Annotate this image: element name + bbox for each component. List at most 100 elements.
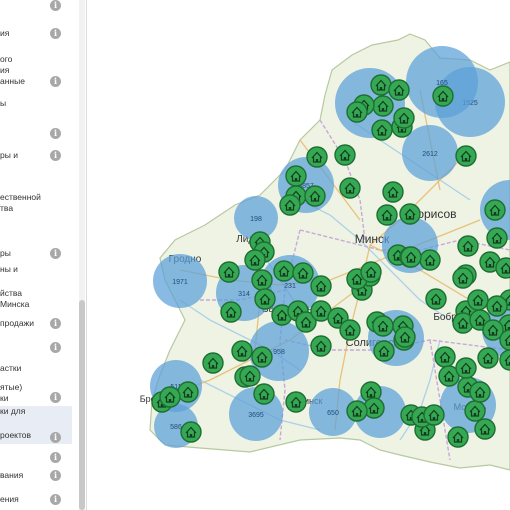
info-icon[interactable]: i: [50, 452, 61, 463]
house-icon[interactable]: [434, 346, 456, 368]
map-view[interactable]: БорисовМинскСолигорскГродноБарановичиБре…: [87, 0, 510, 510]
house-icon[interactable]: [376, 204, 398, 226]
house-icon[interactable]: [251, 346, 273, 368]
house-icon[interactable]: [457, 235, 479, 257]
info-icon[interactable]: i: [50, 128, 61, 139]
house-icon[interactable]: [495, 257, 510, 279]
house-icon[interactable]: [484, 199, 506, 221]
sidebar-item[interactable]: ры: [0, 248, 72, 259]
house-icon[interactable]: [306, 146, 328, 168]
house-icon[interactable]: [373, 340, 395, 362]
info-icon[interactable]: i: [50, 28, 61, 39]
house-icon[interactable]: [231, 340, 253, 362]
house-icon[interactable]: [273, 260, 295, 282]
house-icon[interactable]: [474, 418, 496, 440]
info-icon[interactable]: i: [50, 494, 61, 505]
sidebar-item[interactable]: ого ия анные: [0, 54, 72, 87]
house-icon[interactable]: [372, 95, 394, 117]
sidebar-item[interactable]: ны и: [0, 264, 72, 275]
house-icon[interactable]: [202, 352, 224, 374]
house-icon[interactable]: [372, 315, 394, 337]
house-icon[interactable]: [285, 165, 307, 187]
sidebar-item[interactable]: ятые) ки: [0, 382, 72, 404]
cluster-count: 958: [273, 349, 285, 356]
cluster-count: 650: [327, 410, 339, 417]
sidebar-item[interactable]: ры и: [0, 150, 72, 161]
sidebar-item[interactable]: продажи: [0, 318, 72, 329]
house-icon[interactable]: [425, 288, 447, 310]
house-icon[interactable]: [339, 177, 361, 199]
house-icon[interactable]: [419, 249, 441, 271]
house-icon[interactable]: [486, 227, 508, 249]
cluster-count: 586: [170, 424, 182, 431]
house-icon[interactable]: [346, 400, 368, 422]
house-icon[interactable]: [467, 289, 489, 311]
house-icon[interactable]: [455, 357, 477, 379]
info-icon[interactable]: i: [50, 432, 61, 443]
house-icon[interactable]: [334, 144, 356, 166]
info-icon[interactable]: i: [50, 76, 61, 87]
house-icon[interactable]: [239, 365, 261, 387]
sidebar-item[interactable]: роектов: [0, 428, 72, 444]
house-icon[interactable]: [400, 246, 422, 268]
house-icon[interactable]: [251, 269, 273, 291]
cluster-count: 3695: [248, 412, 264, 419]
sidebar-item[interactable]: астки: [0, 363, 72, 374]
house-icon[interactable]: [423, 404, 445, 426]
house-icon[interactable]: [469, 381, 491, 403]
info-icon[interactable]: i: [50, 392, 61, 403]
scrollbar-thumb[interactable]: [79, 300, 85, 510]
house-icon[interactable]: [339, 319, 361, 341]
cluster-count: 314: [238, 291, 250, 298]
house-icon[interactable]: [180, 421, 202, 443]
house-icon[interactable]: [452, 267, 474, 289]
map-canvas[interactable]: БорисовМинскСолигорскГродноБарановичиБре…: [87, 0, 510, 510]
sidebar-item[interactable]: ения: [0, 494, 72, 505]
house-icon[interactable]: [447, 426, 469, 448]
house-icon[interactable]: [304, 185, 326, 207]
house-icon[interactable]: [177, 381, 199, 403]
house-icon[interactable]: [382, 181, 404, 203]
sidebar-item[interactable]: ки для: [0, 406, 72, 428]
house-icon[interactable]: [244, 249, 266, 271]
cluster-count: 231: [284, 283, 296, 290]
sidebar-item[interactable]: ественной тва: [0, 192, 72, 214]
house-icon[interactable]: [394, 326, 416, 348]
info-icon[interactable]: i: [50, 150, 61, 161]
info-icon[interactable]: i: [50, 342, 61, 353]
sidebar-item[interactable]: ы: [0, 98, 72, 109]
sidebar-item[interactable]: ия: [0, 28, 72, 39]
house-icon[interactable]: [253, 383, 275, 405]
house-icon[interactable]: [310, 335, 332, 357]
house-icon[interactable]: [310, 275, 332, 297]
sidebar-item[interactable]: вания: [0, 470, 72, 481]
house-icon[interactable]: [432, 85, 454, 107]
sidebar: i ия i ого ия анные i ы i ры и i ественной тва ры i…: [0, 0, 87, 510]
house-icon[interactable]: [292, 262, 314, 284]
house-icon[interactable]: [360, 261, 382, 283]
house-icon[interactable]: [346, 101, 368, 123]
house-icon[interactable]: [477, 347, 499, 369]
sidebar-item[interactable]: йства Минска: [0, 288, 72, 310]
house-icon[interactable]: [399, 203, 421, 225]
house-icon[interactable]: [393, 107, 415, 129]
house-icon[interactable]: [370, 74, 392, 96]
cluster-count: 2612: [422, 151, 438, 158]
house-icon[interactable]: [371, 119, 393, 141]
house-icon[interactable]: [285, 391, 307, 413]
house-icon[interactable]: [455, 145, 477, 167]
cluster-count: 198: [250, 216, 262, 223]
house-icon[interactable]: [159, 386, 181, 408]
cluster-count: 1971: [172, 279, 188, 286]
house-icon[interactable]: [218, 261, 240, 283]
house-icon[interactable]: [464, 400, 486, 422]
info-icon[interactable]: i: [50, 0, 61, 11]
house-icon[interactable]: [254, 288, 276, 310]
house-icon[interactable]: [220, 301, 242, 323]
house-icon[interactable]: [279, 194, 301, 216]
info-icon[interactable]: i: [50, 318, 61, 329]
house-icon[interactable]: [388, 79, 410, 101]
info-icon[interactable]: i: [50, 248, 61, 259]
house-icon[interactable]: [486, 295, 508, 317]
info-icon[interactable]: i: [50, 470, 61, 481]
